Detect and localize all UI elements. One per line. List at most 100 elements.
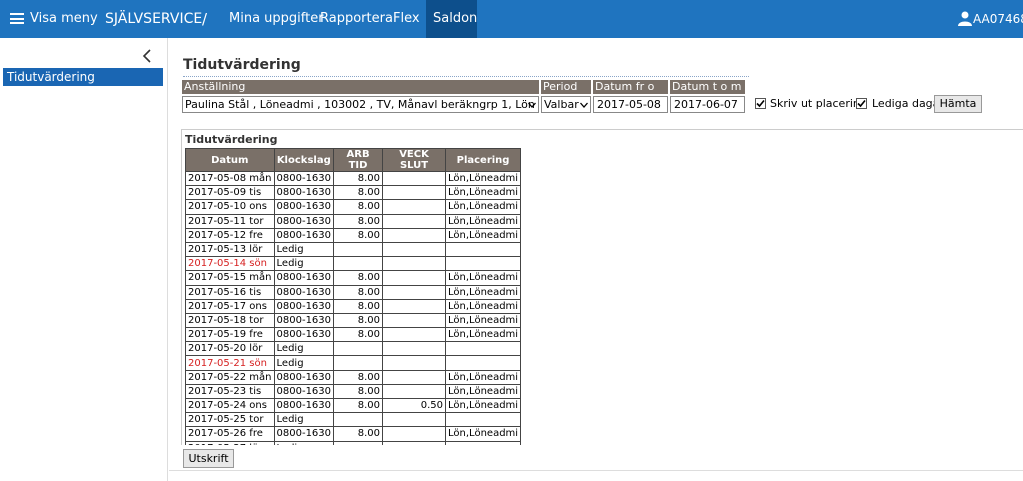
cell-time: Ledig <box>273 355 335 371</box>
title-divider <box>183 76 749 77</box>
cell-date: 2017-05-18 tor <box>185 312 275 329</box>
cell-work-time: 8.00 <box>333 298 384 314</box>
sidebar-item-tidutvardering[interactable]: Tidutvärdering <box>3 68 163 86</box>
cell-placement: Lön,Löneadmi <box>445 426 522 442</box>
chevron-down-icon <box>580 102 588 108</box>
to-date-input[interactable]: 2017-06-07 <box>670 96 745 113</box>
cell-placement <box>445 341 522 357</box>
table-row: 2017-05-17 ons 0800-1630 8.00 Lön,Löneadmi <box>185 298 522 314</box>
cell-placement <box>445 355 522 371</box>
to-date-header: Datum t o m <box>670 80 745 94</box>
cell-work-time <box>333 355 384 371</box>
cell-time: Ledig <box>273 241 335 258</box>
show-menu-button[interactable]: Visa meny <box>30 0 98 38</box>
cell-placement: Lön,Löneadmi <box>445 185 522 201</box>
results-table: Datum Klockslag ARB TID VECK SLUT Placer… <box>185 148 522 445</box>
cell-placement: Lön,Löneadmi <box>445 213 522 229</box>
cell-placement: Lön,Löneadmi <box>445 397 522 414</box>
cell-date: 2017-05-12 fre <box>185 227 275 243</box>
from-date-input[interactable]: 2017-05-08 <box>593 96 668 113</box>
cell-work-time: 8.00 <box>333 312 384 329</box>
print-placement-checkbox[interactable] <box>755 98 766 109</box>
cell-work-time: 8.00 <box>333 383 384 400</box>
cell-weekend <box>382 369 447 385</box>
cell-work-time: 8.00 <box>333 426 384 442</box>
chevron-down-icon <box>528 102 536 108</box>
cell-date: 2017-05-17 ons <box>185 298 275 314</box>
table-row: 2017-05-10 ons 0800-1630 8.00 Lön,Löneadmi <box>185 199 522 215</box>
cell-weekend <box>382 227 447 243</box>
cell-weekend <box>382 256 447 272</box>
results-panel: Tidutvärdering Datum Klockslag ARB TID V… <box>181 129 1023 445</box>
cell-time: Ledig <box>273 412 335 428</box>
cell-date: 2017-05-24 ons <box>185 397 275 414</box>
cell-weekend <box>382 241 447 258</box>
nav-saldon[interactable]: Saldon <box>426 0 477 38</box>
user-id[interactable]: AA07468 <box>973 0 1023 38</box>
table-row: 2017-05-21 sön Ledig <box>185 355 522 371</box>
column-header-placement: Placering <box>445 148 522 172</box>
cell-date: 2017-05-25 tor <box>185 412 275 428</box>
cell-work-time: 8.00 <box>333 284 384 300</box>
table-row: 2017-05-26 fre 0800-1630 8.00 Lön,Löneadmi <box>185 426 522 442</box>
table-row: 2017-05-23 tis 0800-1630 8.00 Lön,Löneadmi <box>185 383 522 400</box>
cell-date: 2017-05-15 mån <box>185 270 275 286</box>
cell-date: 2017-05-20 lör <box>185 341 275 357</box>
cell-date: 2017-05-13 lör <box>185 241 275 258</box>
fetch-button[interactable]: Hämta <box>934 95 982 113</box>
breadcrumb-separator: / <box>202 10 208 28</box>
cell-time: Ledig <box>273 341 335 357</box>
cell-work-time: 8.00 <box>333 270 384 286</box>
period-header: Period <box>541 80 591 94</box>
menu-icon[interactable] <box>10 13 24 24</box>
cell-weekend <box>382 312 447 329</box>
brand-link[interactable]: SJÄLVSERVICE <box>105 0 202 38</box>
employment-value: Paulina Stål , Löneadmi , 103002 , TV, M… <box>185 98 535 111</box>
cell-work-time: 8.00 <box>333 213 384 229</box>
cell-date: 2017-05-19 fre <box>185 327 275 343</box>
cell-weekend <box>382 327 447 343</box>
table-row: 2017-05-08 mån 0800-1630 8.00 Lön,Löneadmi <box>185 170 522 187</box>
cell-weekend <box>382 341 447 357</box>
cell-date: 2017-05-14 sön <box>185 256 275 272</box>
cell-placement: Lön,Löneadmi <box>445 199 522 215</box>
cell-work-time: 8.00 <box>333 369 384 385</box>
employment-select[interactable]: Paulina Stål , Löneadmi , 103002 , TV, M… <box>182 96 539 113</box>
cell-date: 2017-05-08 mån <box>185 170 275 187</box>
chevron-left-icon[interactable] <box>141 48 153 64</box>
cell-date: 2017-05-26 fre <box>185 426 275 442</box>
table-row: 2017-05-18 tor 0800-1630 8.00 Lön,Löneadmi <box>185 312 522 329</box>
table-row: 2017-05-27 lörLedig <box>185 440 522 445</box>
cell-time: 0800-1630 <box>273 327 335 343</box>
cell-weekend <box>382 426 447 442</box>
cell-weekend <box>382 284 447 300</box>
column-header-time: Klockslag <box>273 148 335 172</box>
cell-work-time <box>333 341 384 357</box>
cell-weekend <box>382 383 447 400</box>
table-row: 2017-05-11 tor 0800-1630 8.00 Lön,Löneadmi <box>185 213 522 229</box>
user-icon[interactable] <box>958 11 972 26</box>
nav-flex[interactable]: Flex <box>386 0 427 38</box>
cell-weekend <box>382 270 447 286</box>
cell-weekend <box>382 355 447 371</box>
column-header-date: Datum <box>185 148 275 172</box>
table-header-row: Datum Klockslag ARB TID VECK SLUT Placer… <box>185 148 522 172</box>
cell-time: 0800-1630 <box>273 270 335 286</box>
cell-date: 2017-05-10 ons <box>185 199 275 215</box>
cell-time: 0800-1630 <box>273 397 335 414</box>
cell-time: Ledig <box>273 256 335 272</box>
cell-time: 0800-1630 <box>273 185 335 201</box>
table-row: 2017-05-16 tis 0800-1630 8.00 Lön,Löneadmi <box>185 284 522 300</box>
cell-date: 2017-05-16 tis <box>185 284 275 300</box>
table-row: 2017-05-15 mån 0800-1630 8.00 Lön,Löneadmi <box>185 270 522 286</box>
table-row: 2017-05-19 fre 0800-1630 8.00 Lön,Löneadmi <box>185 327 522 343</box>
print-button[interactable]: Utskrift <box>183 449 234 468</box>
table-row: 2017-05-20 lör Ledig <box>185 341 522 357</box>
period-select[interactable]: Valbar <box>541 96 591 113</box>
cell-weekend <box>382 170 447 187</box>
sidebar <box>0 38 168 481</box>
table-row: 2017-05-13 lör Ledig <box>185 241 522 258</box>
cell-weekend: 0.50 <box>382 397 447 414</box>
cell-placement: Lön,Löneadmi <box>445 369 522 385</box>
free-days-checkbox[interactable] <box>856 98 867 109</box>
